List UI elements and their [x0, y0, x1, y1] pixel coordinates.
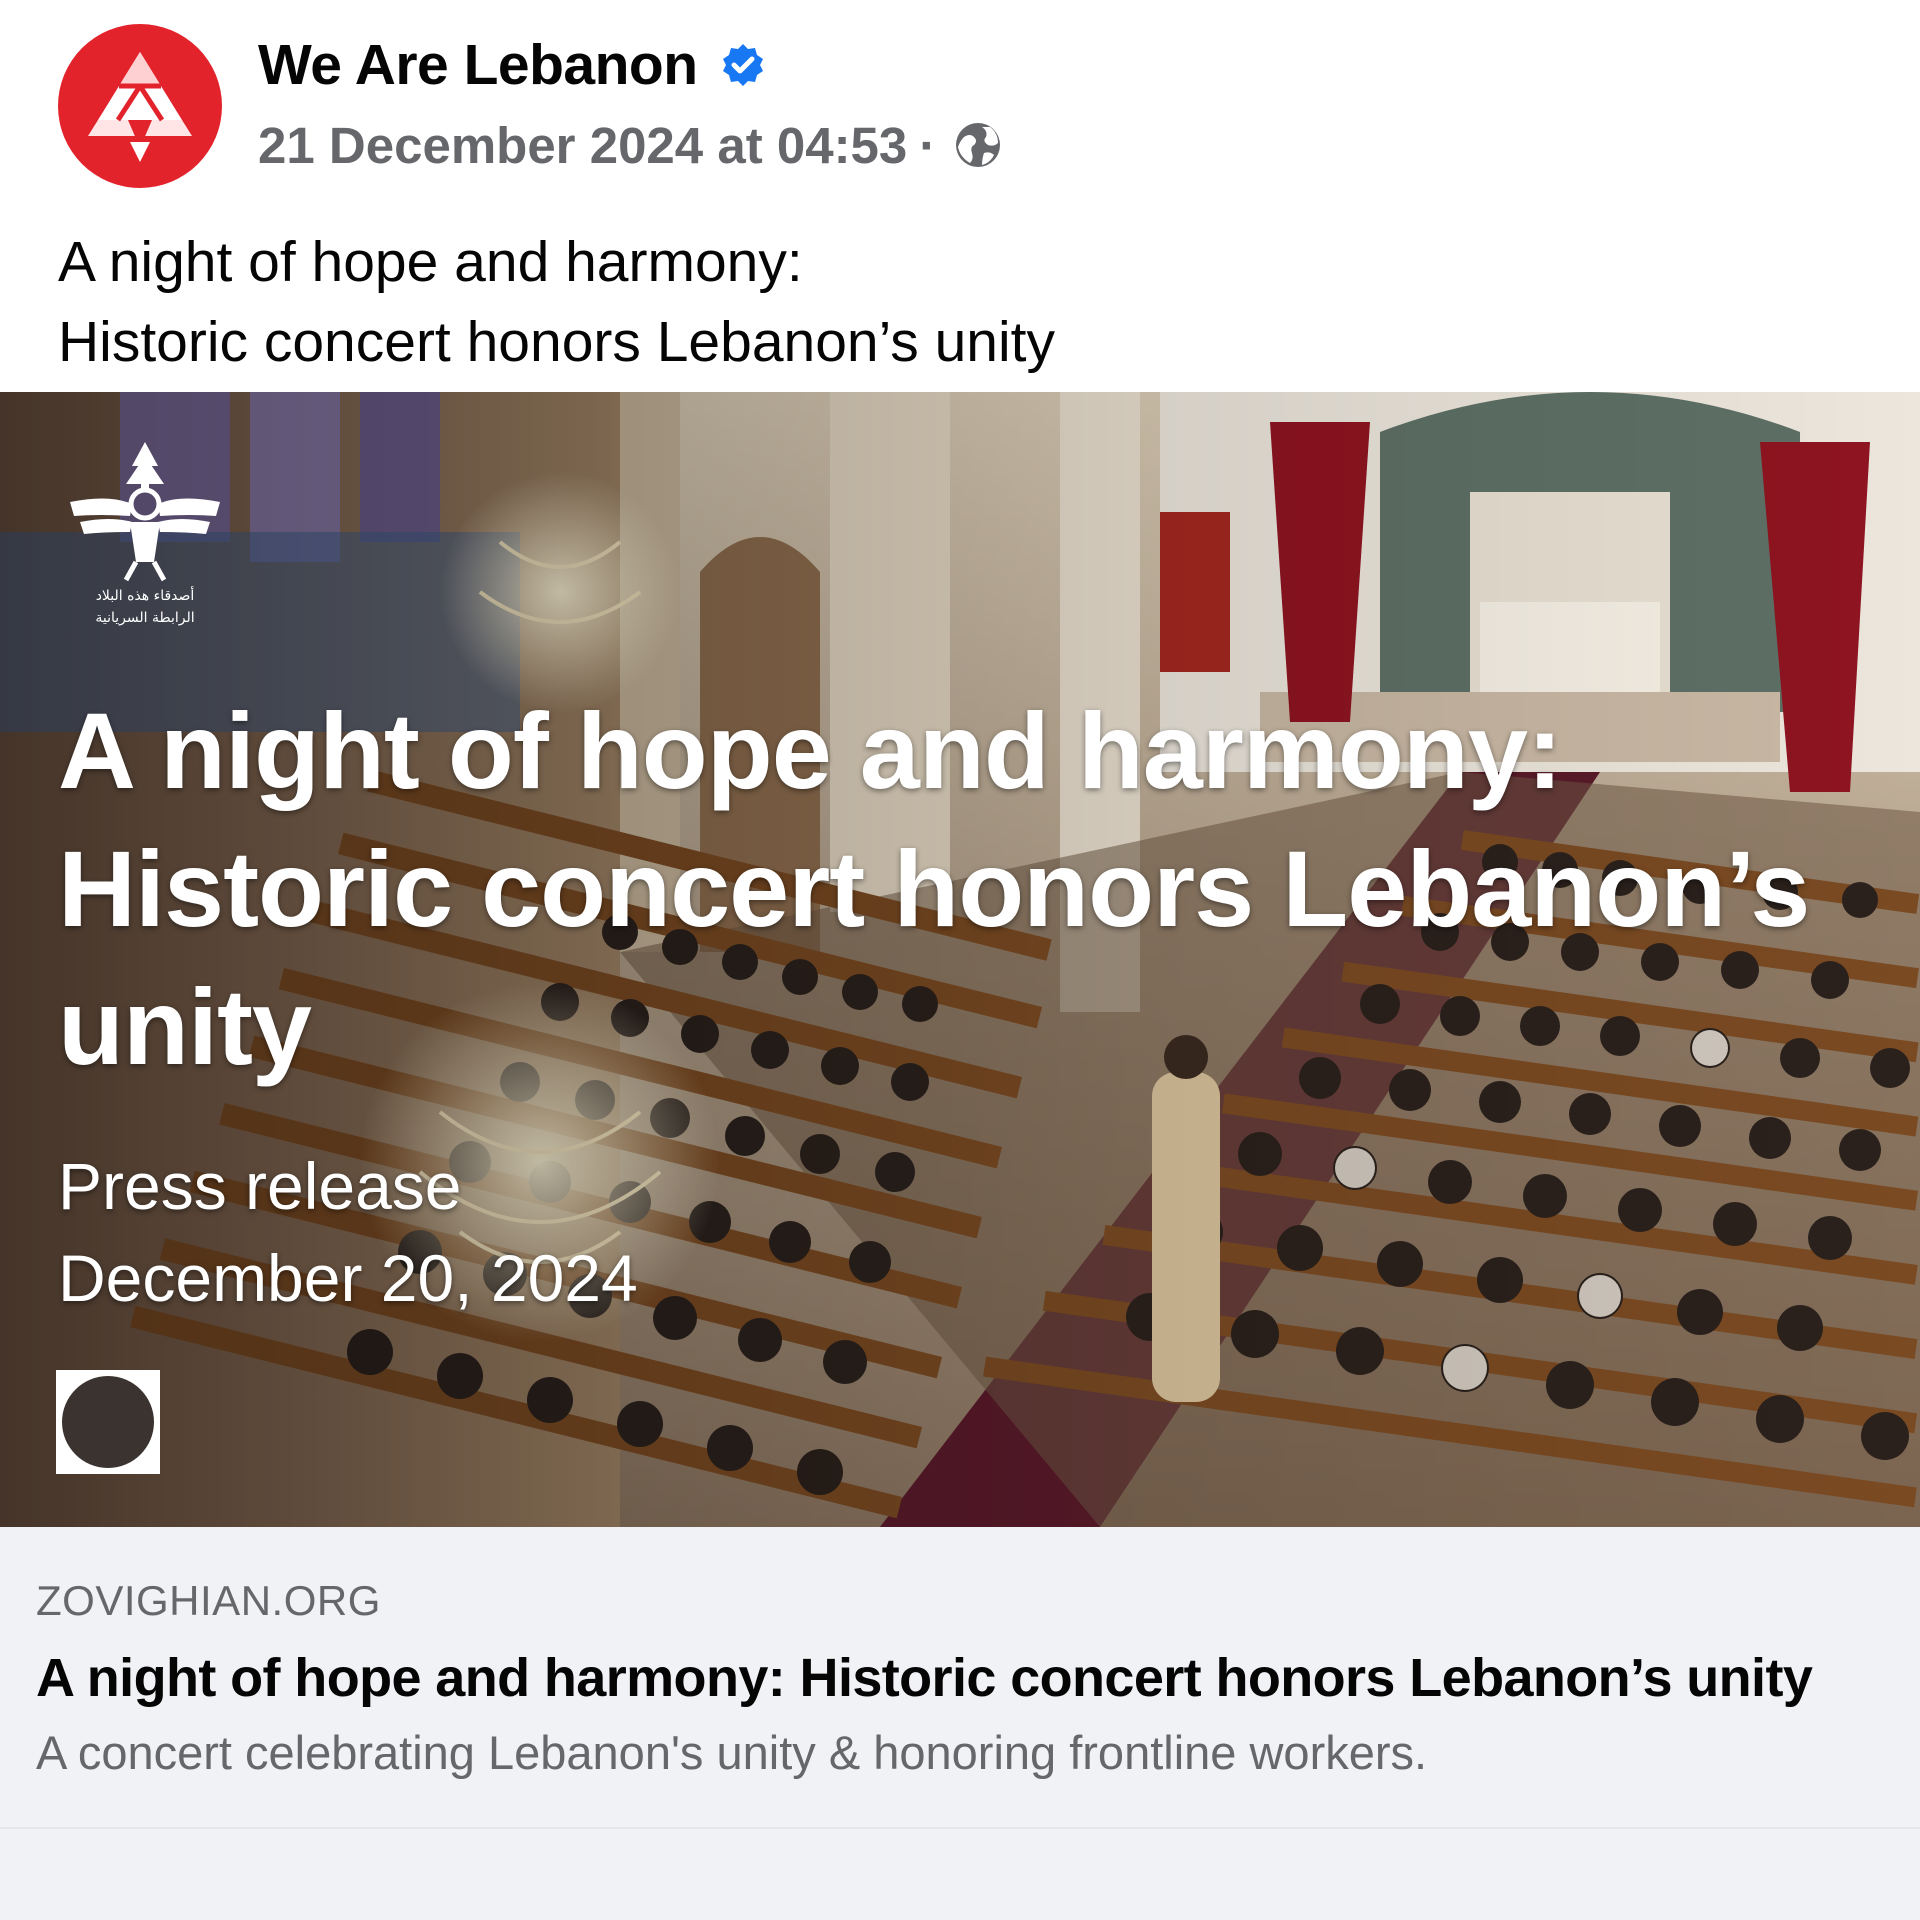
verified-badge-icon	[720, 42, 766, 88]
link-title[interactable]: A night of hope and harmony: Historic co…	[36, 1647, 1813, 1709]
brand-corner-logo-icon	[56, 1370, 160, 1474]
globe-icon[interactable]	[952, 119, 1004, 171]
syriac-league-logo-icon: أصدقاء هذه البلاد الرابطة السريانية	[70, 442, 220, 626]
link-preview-image[interactable]: أصدقاء هذه البلاد الرابطة السريانية A ni…	[0, 392, 1920, 1527]
we-are-lebanon-logo-icon	[88, 52, 192, 162]
link-preview-footer[interactable]: ZOVIGHIAN.ORG A night of hope and harmon…	[0, 1527, 1920, 1829]
org-logo-text-line2: الرابطة السريانية	[95, 610, 194, 626]
link-domain: ZOVIGHIAN.ORG	[36, 1577, 381, 1624]
org-logo-text-line1: أصدقاء هذه البلاد	[96, 586, 195, 604]
image-overlay-title: A night of hope and harmony: Historic co…	[58, 682, 1918, 1096]
link-preview-card[interactable]: أصدقاء هذه البلاد الرابطة السريانية A ni…	[0, 392, 1920, 1920]
overlay-title-line: unity	[58, 966, 312, 1087]
overlay-title-line: A night of hope and harmony:	[58, 690, 1563, 811]
overlay-date: December 20, 2024	[58, 1241, 638, 1315]
link-description: A concert celebrating Lebanon's unity & …	[36, 1726, 1428, 1779]
overlay-title-line: Historic concert honors Lebanon’s	[58, 828, 1810, 949]
image-overlay-subtitle: Press release December 20, 2024	[58, 1140, 638, 1324]
caption-line: A night of hope and harmony:	[58, 230, 803, 294]
post-caption: A night of hope and harmony: Historic co…	[58, 222, 1878, 382]
page-avatar[interactable]	[58, 24, 222, 188]
post-meta-row: 21 December 2024 at 04:53 ·	[258, 112, 1004, 178]
caption-line: Historic concert honors Lebanon’s unity	[58, 310, 1055, 374]
post-author-row: We Are Lebanon	[258, 30, 766, 100]
post-footer-spacer	[0, 1829, 1920, 1920]
author-name-link[interactable]: We Are Lebanon	[258, 32, 698, 98]
meta-separator: ·	[919, 116, 937, 174]
post-timestamp-link[interactable]: 21 December 2024 at 04:53	[258, 116, 907, 175]
overlay-press-release: Press release	[58, 1149, 462, 1223]
